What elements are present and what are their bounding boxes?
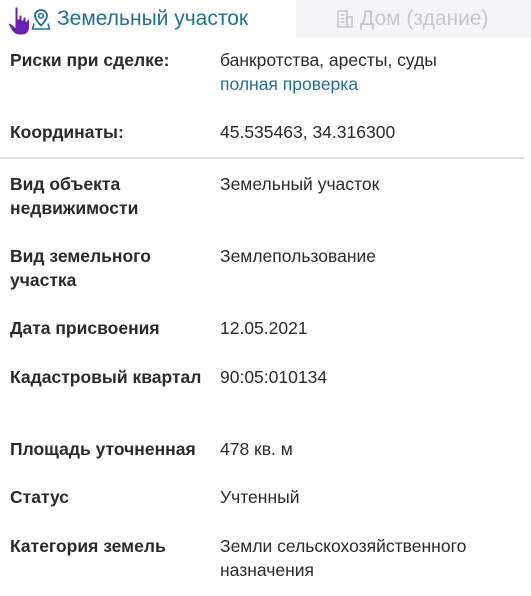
property-info-panel: Земельный участок Дом (здание) Риски при… xyxy=(0,0,531,596)
full-check-link[interactable]: полная проверка xyxy=(220,72,525,96)
property-value: 12.05.2021 xyxy=(220,318,308,338)
tab-land-plot[interactable]: Земельный участок xyxy=(0,0,296,38)
property-value: Земли сельскохозяйственного назначения xyxy=(220,536,467,580)
hand-pointer-icon xyxy=(8,6,30,36)
building-icon xyxy=(336,9,354,29)
coordinates-value: 45.535463, 34.316300 xyxy=(220,122,396,142)
property-value: Учтенный xyxy=(220,487,300,507)
tab-house-building[interactable]: Дом (здание) xyxy=(296,0,531,38)
property-label: Категория земель xyxy=(10,536,166,556)
coordinates-label: Координаты: xyxy=(10,122,124,142)
risks-value: банкротства, аресты, суды xyxy=(220,50,437,70)
risks-label: Риски при сделке: xyxy=(10,50,170,70)
property-value: Землепользование xyxy=(220,246,376,266)
property-label: Дата присвоения xyxy=(10,318,160,338)
risks-value-block: банкротства, аресты, суды полная проверк… xyxy=(220,48,525,96)
map-pin-icon xyxy=(31,8,51,30)
property-label: Кадастровый квартал xyxy=(10,367,202,387)
property-label: Статус xyxy=(10,487,69,507)
property-value: 90:05:010134 xyxy=(220,367,328,387)
property-label: Площадь уточненная xyxy=(10,439,196,459)
property-label: Вид объекта недвижимости xyxy=(10,174,139,218)
tab-bar: Земельный участок Дом (здание) xyxy=(0,0,531,38)
tab-land-plot-label: Земельный участок xyxy=(57,7,249,30)
property-value: 478 кв. м xyxy=(220,439,293,459)
tab-house-building-label: Дом (здание) xyxy=(360,7,489,30)
property-value: Земельный участок xyxy=(220,174,380,194)
property-label: Вид земельного участка xyxy=(10,246,151,290)
section-divider xyxy=(0,157,524,159)
